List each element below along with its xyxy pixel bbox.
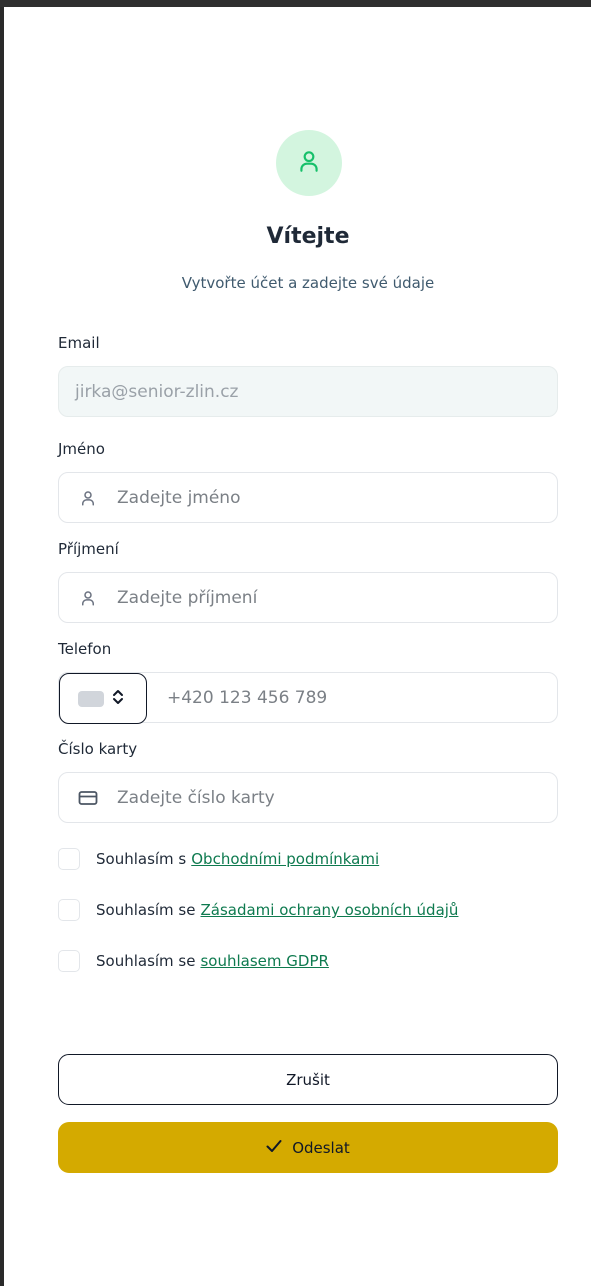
last-name-field[interactable]: Zadejte příjmení [58, 572, 558, 623]
consent-privacy-checkbox[interactable] [58, 899, 80, 921]
user-icon [296, 148, 322, 178]
first-name-field[interactable]: Zadejte jméno [58, 472, 558, 523]
email-label: Email [58, 334, 100, 352]
first-name-label: Jméno [58, 440, 105, 458]
cancel-button[interactable]: Zrušit [58, 1054, 558, 1105]
window-left-border [0, 7, 4, 1286]
privacy-link[interactable]: Zásadami ochrany osobních údajů [200, 901, 458, 919]
last-name-label: Příjmení [58, 540, 119, 558]
first-name-placeholder: Zadejte jméno [117, 487, 241, 508]
page-title: Vítejte [266, 224, 350, 249]
phone-placeholder: +420 123 456 789 [167, 687, 328, 708]
terms-link[interactable]: Obchodními podmínkami [191, 850, 379, 868]
check-icon [266, 1139, 292, 1157]
phone-label: Telefon [58, 640, 112, 658]
page-subtitle: Vytvořte účet a zadejte své údaje [181, 274, 435, 292]
consent-privacy-row: Souhlasím se Zásadami ochrany osobních ú… [58, 899, 458, 921]
card-number-field[interactable]: Zadejte číslo karty [58, 772, 558, 823]
cancel-button-label: Zrušit [286, 1070, 330, 1089]
credit-card-icon [59, 790, 117, 806]
submit-button-label: Odeslat [292, 1138, 350, 1157]
user-icon [59, 489, 117, 507]
chevron-up-down-icon [112, 689, 124, 709]
consent-gdpr-row: Souhlasím se souhlasem GDPR [58, 950, 329, 972]
email-field: jirka@senior-zlin.cz [58, 366, 558, 417]
consent-gdpr-checkbox[interactable] [58, 950, 80, 972]
user-icon [59, 589, 117, 607]
window-top-border [0, 0, 591, 7]
gdpr-link[interactable]: souhlasem GDPR [200, 952, 328, 970]
card-label: Číslo karty [58, 740, 138, 758]
consent-privacy-text: Souhlasím se [96, 901, 196, 919]
card-number-placeholder: Zadejte číslo karty [117, 787, 275, 808]
consent-gdpr-text: Souhlasím se [96, 952, 196, 970]
country-code-select[interactable] [59, 673, 147, 724]
avatar [276, 130, 342, 196]
consent-terms-row: Souhlasím s Obchodními podmínkami [58, 848, 379, 870]
phone-field[interactable]: +420 123 456 789 [58, 672, 558, 724]
consent-terms-text: Souhlasím s [96, 850, 187, 868]
flag-icon [78, 690, 104, 707]
consent-terms-checkbox[interactable] [58, 848, 80, 870]
last-name-placeholder: Zadejte příjmení [117, 587, 258, 608]
email-value: jirka@senior-zlin.cz [75, 381, 239, 402]
submit-button[interactable]: Odeslat [58, 1122, 558, 1173]
